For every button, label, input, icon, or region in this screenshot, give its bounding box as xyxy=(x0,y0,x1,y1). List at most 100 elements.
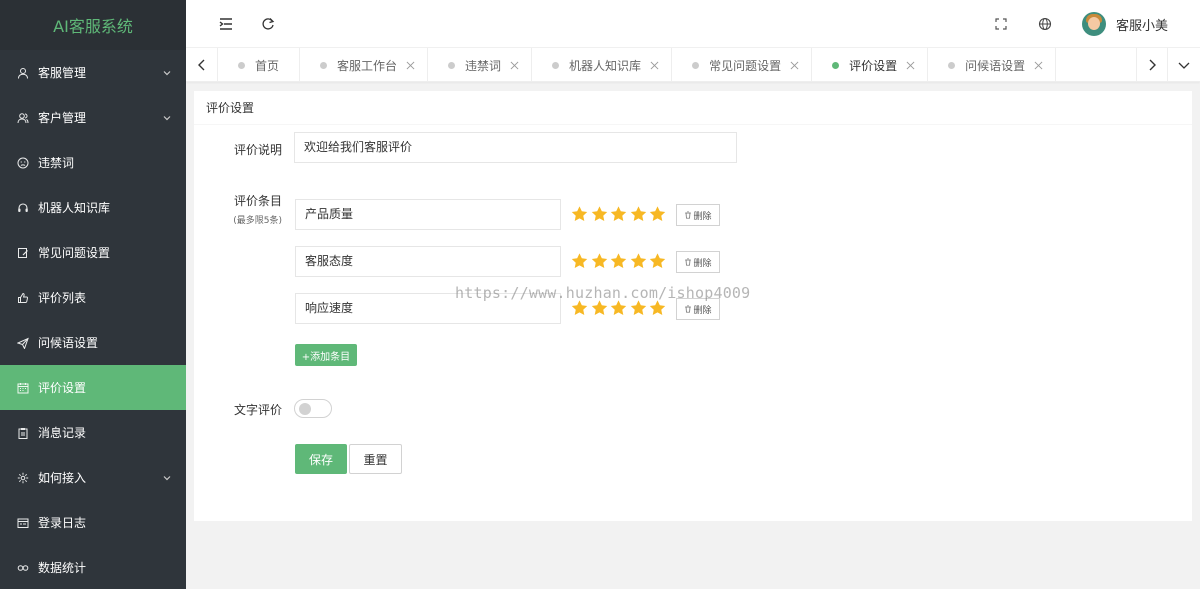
eval-settings-card: 评价设置 评价说明 欢迎给我们客服评价 评价条目 (最多限5条) +添加条目 文… xyxy=(194,91,1192,521)
tab-3[interactable]: 机器人知识库 xyxy=(532,48,673,82)
sidebar-item-label: 数据统计 xyxy=(38,561,87,575)
items-sublabel: (最多限5条) xyxy=(233,216,282,226)
close-icon[interactable] xyxy=(509,60,519,70)
sidebar-item-label: 客户管理 xyxy=(38,111,87,125)
delete-item-button[interactable]: 删除 xyxy=(676,204,720,226)
tab-6[interactable]: 问候语设置 xyxy=(928,48,1057,82)
star-icon[interactable] xyxy=(590,205,609,223)
trash-icon xyxy=(685,305,692,313)
star-icon[interactable] xyxy=(609,205,628,223)
star-icon[interactable] xyxy=(570,205,589,223)
tab-5[interactable]: 评价设置 xyxy=(812,48,929,82)
users-icon xyxy=(16,111,30,125)
items-label: 评价条目 xyxy=(233,194,282,208)
refresh-icon[interactable] xyxy=(258,14,278,34)
sidebar-item-8[interactable]: 消息记录 xyxy=(0,410,186,455)
avatar xyxy=(1081,12,1106,36)
gear-icon xyxy=(16,471,30,485)
sidebar-item-5[interactable]: 评价列表 xyxy=(0,275,186,320)
sidebar-item-label: 常见问题设置 xyxy=(38,246,111,260)
sidebar-item-label: 如何接入 xyxy=(38,471,87,485)
sidebar-item-10[interactable]: 登录日志 xyxy=(0,500,186,545)
delete-item-button[interactable]: 删除 xyxy=(676,251,720,273)
tab-label: 常见问题设置 xyxy=(709,58,782,73)
chevron-down-icon xyxy=(162,67,172,77)
star-rating[interactable] xyxy=(570,205,668,223)
close-icon[interactable] xyxy=(905,60,915,70)
tab-label: 问候语设置 xyxy=(965,58,1026,73)
sidebar: AI客服系统 客服管理 客户管理 违禁词 机器人知识库 常见问题设置 评价列表 问候语设置评… xyxy=(0,0,186,589)
star-icon[interactable] xyxy=(570,252,589,270)
star-icon[interactable] xyxy=(609,252,628,270)
headset-icon xyxy=(16,201,30,215)
sidebar-item-9[interactable]: 如何接入 xyxy=(0,455,186,500)
text-eval-label: 文字评价 xyxy=(233,403,282,417)
star-icon[interactable] xyxy=(648,252,667,270)
header: 客服小美 xyxy=(186,0,1200,48)
chevron-down-icon xyxy=(162,472,172,482)
link-icon xyxy=(16,561,30,575)
reset-button[interactable]: 重置 xyxy=(349,444,402,474)
items-label-group: 评价条目 (最多限5条) xyxy=(192,192,282,226)
tab-status-dot xyxy=(832,61,840,69)
sidebar-item-label: 评价列表 xyxy=(38,291,87,305)
star-icon[interactable] xyxy=(629,205,648,223)
tab-2[interactable]: 违禁词 xyxy=(428,48,533,82)
tab-dropdown-button[interactable] xyxy=(1168,48,1200,82)
text-eval-switch[interactable] xyxy=(294,399,332,418)
fullscreen-icon[interactable] xyxy=(991,14,1011,34)
log-icon xyxy=(16,516,30,530)
sidebar-item-label: 客服管理 xyxy=(38,66,87,80)
star-icon[interactable] xyxy=(648,205,667,223)
watermark: https://www.huzhan.com/ishop4009 xyxy=(455,284,751,302)
eval-item-input[interactable]: 产品质量 xyxy=(295,199,561,230)
user-name: 客服小美 xyxy=(1115,18,1168,34)
desc-input[interactable]: 欢迎给我们客服评价 xyxy=(294,132,737,163)
sidebar-item-0[interactable]: 客服管理 xyxy=(0,50,186,95)
user-icon xyxy=(16,66,30,80)
close-icon[interactable] xyxy=(405,60,415,70)
tab-4[interactable]: 常见问题设置 xyxy=(672,48,813,82)
tab-0[interactable]: 首页 xyxy=(218,48,301,82)
globe-icon[interactable] xyxy=(1035,14,1055,34)
face-icon xyxy=(16,156,30,170)
tab-1[interactable]: 客服工作台 xyxy=(300,48,429,82)
close-icon[interactable] xyxy=(1033,60,1043,70)
desc-label: 评价说明 xyxy=(233,143,282,157)
tabs: 首页 客服工作台 违禁词 机器人知识库 常见问题设置 评价设置 问候语设置 xyxy=(218,48,1057,82)
calendar-icon xyxy=(16,381,30,395)
eval-item-input[interactable]: 客服态度 xyxy=(295,246,561,277)
sidebar-item-label: 登录日志 xyxy=(38,516,87,530)
sidebar-item-label: 机器人知识库 xyxy=(38,201,111,215)
close-icon[interactable] xyxy=(649,60,659,70)
close-icon[interactable] xyxy=(789,60,799,70)
star-icon[interactable] xyxy=(590,252,609,270)
save-button[interactable]: 保存 xyxy=(295,444,347,474)
sidebar-item-7[interactable]: 评价设置 xyxy=(0,365,186,410)
user-menu[interactable]: 客服小美 xyxy=(1081,12,1168,36)
sidebar-item-4[interactable]: 常见问题设置 xyxy=(0,230,186,275)
tab-next-button[interactable] xyxy=(1136,48,1168,82)
tab-label: 机器人知识库 xyxy=(569,58,642,73)
sidebar-item-label: 问候语设置 xyxy=(38,336,99,350)
star-rating[interactable] xyxy=(570,252,668,270)
thumb-up-icon xyxy=(16,291,30,305)
tab-label: 评价设置 xyxy=(849,58,898,73)
tab-status-dot xyxy=(552,61,560,69)
menu-fold-icon[interactable] xyxy=(216,14,236,34)
tab-status-dot xyxy=(320,61,328,69)
sidebar-item-1[interactable]: 客户管理 xyxy=(0,95,186,140)
clipboard-icon xyxy=(16,426,30,440)
sidebar-item-6[interactable]: 问候语设置 xyxy=(0,320,186,365)
sidebar-item-3[interactable]: 机器人知识库 xyxy=(0,185,186,230)
send-icon xyxy=(16,336,30,350)
star-icon[interactable] xyxy=(629,252,648,270)
tab-label: 首页 xyxy=(255,58,280,73)
tabs-bar: 首页 客服工作台 违禁词 机器人知识库 常见问题设置 评价设置 问候语设置 xyxy=(186,48,1200,82)
sidebar-item-2[interactable]: 违禁词 xyxy=(0,140,186,185)
tab-status-dot xyxy=(948,61,956,69)
tab-label: 违禁词 xyxy=(465,58,502,73)
sidebar-item-11[interactable]: 数据统计 xyxy=(0,545,186,589)
add-item-button[interactable]: +添加条目 xyxy=(295,344,357,366)
tab-prev-button[interactable] xyxy=(186,48,218,82)
